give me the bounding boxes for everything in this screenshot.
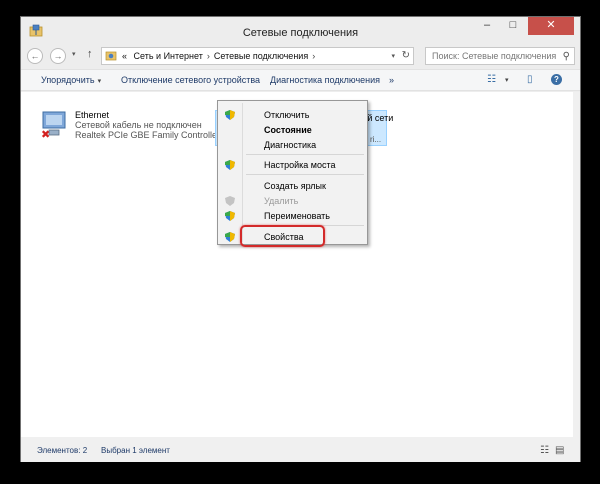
breadcrumb-overflow[interactable]: « [122, 51, 127, 61]
more-commands-button[interactable]: » [389, 75, 394, 85]
back-button[interactable]: ← [27, 48, 43, 64]
menu-item-label: Диагностика [264, 140, 317, 150]
tiles-view-icon[interactable]: ▤ [555, 445, 564, 456]
preview-pane-icon[interactable]: ▯ [527, 74, 533, 85]
menu-item-delete: Удалить [218, 193, 367, 209]
up-button[interactable]: ↑ [87, 48, 93, 60]
adapter-ethernet-text: Ethernet Сетевой кабель не подключен Rea… [75, 110, 220, 140]
search-box[interactable]: Поиск: Сетевые подключения ⚲ [425, 47, 575, 65]
chevron-down-icon: ▾ [97, 78, 102, 85]
address-bar: ← → ▾ ↑ « Сеть и Интернет › Сетевые подклю… [21, 45, 580, 67]
disable-device-button[interactable]: Отключение сетевого устройства [121, 75, 260, 85]
uac-shield-icon [225, 196, 235, 206]
menu-item-status[interactable]: Состояние [218, 122, 367, 138]
properties-highlight-outline [240, 225, 325, 247]
change-view-icon[interactable]: ☷ [487, 74, 496, 85]
menu-item-label: Создать ярлык [264, 181, 326, 191]
search-icon[interactable]: ⚲ [563, 51, 570, 62]
help-icon[interactable]: ? [551, 74, 562, 85]
uac-shield-icon [225, 232, 235, 242]
organize-button[interactable]: Упорядочить ▾ [41, 75, 101, 85]
menu-item-rename[interactable]: Переименовать [218, 208, 367, 224]
breadcrumb-item-network-internet[interactable]: Сеть и Интернет [134, 51, 203, 61]
item-count: Элементов: 2 [37, 446, 88, 455]
disconnected-icon: ✖ [41, 129, 51, 141]
breadcrumb-item-network-connections[interactable]: Сетевые подключения [214, 51, 308, 61]
command-bar: Упорядочить ▾ Отключение сетевого устройс… [21, 69, 580, 91]
diagnose-button[interactable]: Диагностика подключения [270, 75, 380, 85]
menu-item-label: Переименовать [264, 211, 330, 221]
minimize-button[interactable]: – [474, 17, 500, 35]
breadcrumb-separator[interactable]: › [207, 51, 210, 61]
context-menu: Отключить Состояние Диагностика Настройк… [217, 100, 368, 245]
selection-count: Выбран 1 элемент [101, 446, 170, 455]
view-dropdown-icon[interactable]: ▾ [505, 76, 509, 84]
breadcrumb: « Сеть и Интернет › Сетевые подключения › [122, 51, 319, 61]
organize-label: Упорядочить [41, 75, 95, 85]
menu-item-disable[interactable]: Отключить [218, 107, 367, 123]
maximize-button[interactable]: □ [500, 17, 526, 35]
address-dropdown-icon[interactable]: ▾ [391, 52, 395, 60]
menu-item-label: Удалить [264, 196, 299, 206]
menu-item-label: Состояние [264, 125, 312, 135]
close-button[interactable]: ✕ [528, 17, 574, 35]
details-view-icon[interactable]: ☷ [540, 445, 549, 456]
menu-item-label: Отключить [264, 110, 310, 120]
menu-separator [246, 174, 364, 175]
uac-shield-icon [225, 110, 235, 120]
menu-item-diagnose[interactable]: Диагностика [218, 137, 367, 153]
menu-item-create-shortcut[interactable]: Создать ярлык [218, 178, 367, 194]
network-location-icon [105, 51, 117, 61]
menu-item-bridge[interactable]: Настройка моста [218, 157, 367, 173]
adapter-status: Сетевой кабель не подключен [75, 120, 202, 130]
adapter-device: Realtek PCIe GBE Family Controller [75, 130, 221, 140]
forward-button[interactable]: → [50, 48, 66, 64]
uac-shield-icon [225, 211, 235, 221]
menu-separator [246, 154, 364, 155]
uac-shield-icon [225, 160, 235, 170]
menu-item-label: Настройка моста [264, 160, 336, 170]
vertical-scrollbar[interactable] [573, 92, 580, 437]
adapter-name: Ethernet [75, 110, 110, 120]
breadcrumb-separator[interactable]: › [312, 51, 315, 61]
refresh-icon[interactable]: ↻ [402, 50, 410, 61]
search-input[interactable]: Поиск: Сетевые подключения [432, 51, 556, 61]
recent-locations-dropdown[interactable]: ▾ [72, 50, 76, 58]
adapter-device-truncated: ri... [370, 135, 382, 144]
status-bar: Элементов: 2 Выбран 1 элемент ☷ ▤ [21, 437, 580, 462]
address-field[interactable]: « Сеть и Интернет › Сетевые подключения › ▾… [101, 47, 414, 65]
